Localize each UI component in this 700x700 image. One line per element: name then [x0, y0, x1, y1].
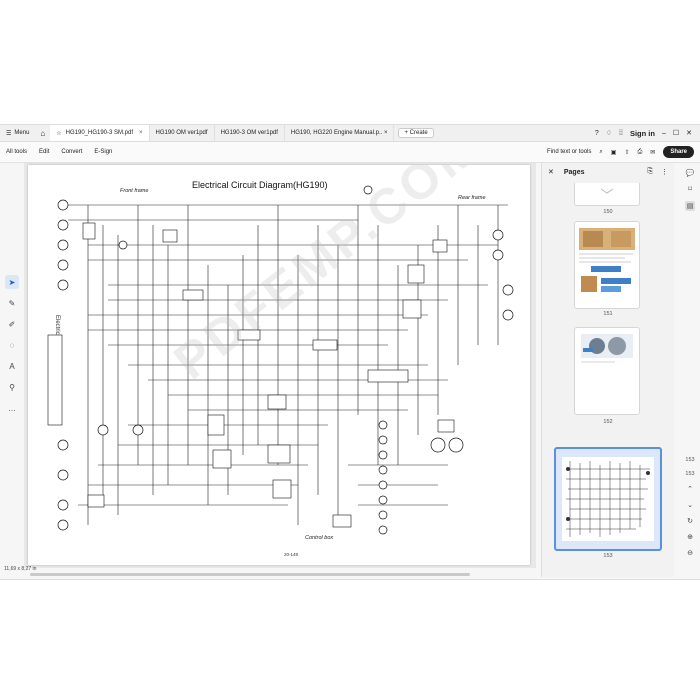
toolbar-esign[interactable]: E-Sign	[88, 149, 118, 155]
tab-label: HG190 OM ver1pdf	[155, 130, 208, 136]
save-icon[interactable]: ▣	[611, 149, 617, 156]
draw-icon[interactable]: ◌	[5, 338, 19, 352]
apps-icon[interactable]: ⁞⁞	[619, 130, 623, 137]
toolbar-right: Find text or tools ⌕ ▣ ⇧ ⎙ ✉ Share	[547, 142, 694, 162]
share-button[interactable]: Share	[663, 146, 694, 158]
more-tools-icon[interactable]: …	[5, 401, 19, 415]
tab-label: HG190_HG190-3 SM.pdf	[65, 130, 134, 136]
scroll-down-icon[interactable]: ⌄	[687, 501, 693, 509]
highlight-icon[interactable]: ✐	[5, 317, 19, 331]
acrobat-window: ☰ Menu ⌂ ☆ HG190_HG190-3 SM.pdf × HG190 …	[0, 124, 700, 580]
page-thumbnail-150[interactable]	[574, 183, 640, 206]
page-label-153: 153	[603, 553, 613, 559]
page-label-152: 152	[603, 419, 613, 425]
toolbar-all-tools[interactable]: All tools	[0, 149, 33, 155]
more-options-icon[interactable]: ⋮	[661, 168, 668, 176]
close-panel-icon[interactable]: ✕	[548, 168, 554, 176]
maximize-icon[interactable]: ☐	[673, 129, 679, 137]
document-canvas[interactable]: Electrical Circuit Diagram(HG190) Front …	[24, 163, 536, 568]
horizontal-scrollbar[interactable]	[30, 573, 470, 576]
search-icon[interactable]: ⌕	[599, 149, 602, 156]
tab-label: HG190, HG220 Engine Manual.p.. ×	[290, 130, 388, 136]
page-thumbnail-152[interactable]	[574, 327, 640, 415]
notifications-icon[interactable]: ♢	[606, 129, 612, 137]
quick-tools-rail: ➤ ✎ ✐ ◌ A ⚲ …	[4, 271, 20, 445]
create-button[interactable]: + Create	[398, 128, 434, 138]
select-cursor-icon[interactable]: ➤	[5, 275, 19, 289]
zoom-in-icon[interactable]: ⊕	[687, 533, 693, 541]
close-window-icon[interactable]: ✕	[686, 129, 692, 137]
toolbar-edit[interactable]: Edit	[33, 149, 55, 155]
right-sidebar: 💬 ⌑ ▤ 153 153 ⌃ ⌄ ↻ ⊕ ⊖	[680, 163, 700, 583]
pages-panel-header: ✕ Pages ⎘ ⋮	[542, 163, 674, 181]
rotate-icon[interactable]: ↻	[687, 517, 693, 525]
zoom-out-icon[interactable]: ⊖	[687, 549, 693, 557]
window-controls: ? ♢ ⁞⁞ Sign in – ☐ ✕	[595, 125, 700, 141]
page-thumbnail-153[interactable]	[554, 447, 662, 551]
hamburger-icon: ☰	[6, 130, 12, 137]
scroll-up-icon[interactable]: ⌃	[687, 485, 693, 493]
add-comment-icon[interactable]: ✎	[5, 296, 19, 310]
sign-in-button[interactable]: Sign in	[630, 129, 655, 138]
pages-icon[interactable]: ▤	[684, 201, 696, 211]
current-page-number[interactable]: 153	[685, 457, 694, 463]
text-box-icon[interactable]: A	[5, 359, 19, 373]
share-icon[interactable]: ✉	[650, 149, 655, 156]
tab-hg190-sm[interactable]: ☆ HG190_HG190-3 SM.pdf ×	[50, 125, 150, 141]
stamp-icon[interactable]: ⚲	[5, 380, 19, 394]
insert-page-icon[interactable]: ⎘	[647, 168, 653, 176]
tab-hg190-3-om[interactable]: HG190-3 OM ver1pdf	[215, 125, 285, 141]
minimize-icon[interactable]: –	[662, 130, 666, 137]
total-pages: 153	[685, 471, 695, 477]
star-icon[interactable]: ☆	[56, 130, 61, 137]
toolbar-convert[interactable]: Convert	[55, 149, 88, 155]
tab-bar: ☰ Menu ⌂ ☆ HG190_HG190-3 SM.pdf × HG190 …	[0, 125, 700, 142]
main-toolbar: All tools Edit Convert E-Sign Find text …	[0, 142, 700, 163]
home-icon[interactable]: ⌂	[35, 129, 50, 138]
tab-hg190-om[interactable]: HG190 OM ver1pdf	[150, 125, 215, 141]
tab-label: HG190-3 OM ver1pdf	[220, 130, 278, 136]
page-label-150: 150	[603, 209, 613, 215]
menu-label: Menu	[14, 130, 30, 136]
pages-panel: ✕ Pages ⎘ ⋮ 150 151 152 153	[541, 163, 674, 577]
menu-button[interactable]: ☰ Menu	[0, 125, 35, 141]
comment-icon[interactable]: 💬	[686, 169, 695, 177]
page-label-151: 151	[603, 311, 613, 317]
tab-engine-manual[interactable]: HG190, HG220 Engine Manual.p.. ×	[285, 125, 395, 141]
close-tab-icon[interactable]: ×	[139, 130, 143, 136]
bookmark-icon[interactable]: ⌑	[688, 185, 692, 193]
print-icon[interactable]: ⎙	[637, 149, 642, 156]
upload-icon[interactable]: ⇧	[624, 149, 629, 156]
help-icon[interactable]: ?	[595, 130, 599, 137]
page-thumbnail-151[interactable]	[574, 221, 640, 309]
circuit-diagram	[47, 185, 514, 535]
pdf-page: Electrical Circuit Diagram(HG190) Front …	[28, 165, 530, 565]
pages-panel-title: Pages	[563, 168, 585, 176]
find-input[interactable]: Find text or tools	[547, 149, 591, 155]
page-size-status: 11,69 x 8,27 in	[4, 566, 37, 572]
